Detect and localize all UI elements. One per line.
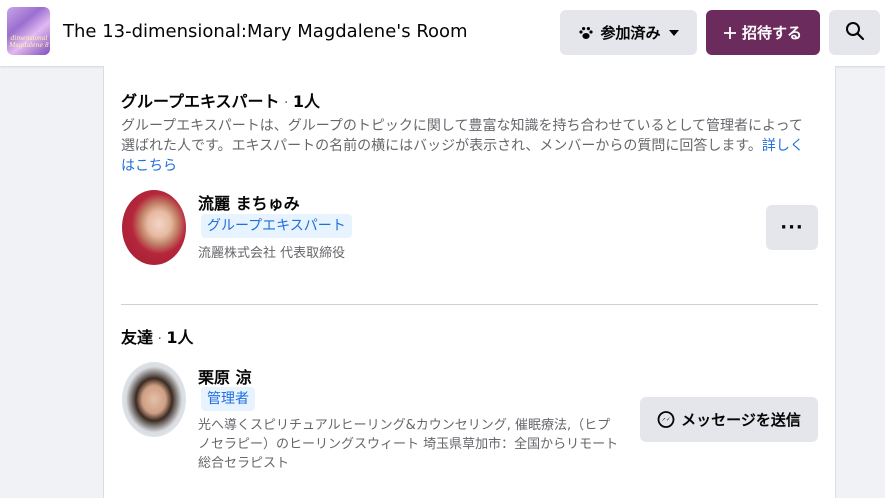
send-message-button[interactable]: メッセージを送信 bbox=[640, 397, 818, 442]
admin-badge[interactable]: 管理者 bbox=[201, 387, 255, 411]
plus-icon bbox=[723, 26, 736, 39]
member-name[interactable]: 栗原 涼 bbox=[198, 364, 252, 388]
group-name[interactable]: The 13-dimensional:Mary Magdalene's Room bbox=[63, 20, 468, 44]
avatar[interactable] bbox=[122, 362, 186, 437]
group-header-bar: dimensional Magdalene 8 The 13-dimension… bbox=[0, 0, 885, 66]
more-icon: ··· bbox=[780, 217, 804, 238]
paw-icon bbox=[578, 25, 594, 41]
more-options-button[interactable]: ··· bbox=[766, 205, 818, 250]
friends-section-title: 友達 · 1人 bbox=[121, 324, 194, 348]
experts-description-text: グループエキスパートは、グループのトピックに関して豊富な知識を持ち合わせていると… bbox=[121, 118, 803, 154]
joined-label: 参加済み bbox=[600, 24, 661, 42]
invite-label: 招待する bbox=[741, 24, 802, 42]
card-border-right bbox=[835, 66, 836, 498]
search-button[interactable] bbox=[829, 10, 880, 55]
avatar[interactable] bbox=[122, 190, 186, 265]
experts-count: 1人 bbox=[292, 92, 321, 111]
invite-button[interactable]: 招待する bbox=[706, 10, 820, 55]
member-name[interactable]: 流麗 まちゅみ bbox=[198, 190, 300, 214]
section-divider bbox=[121, 304, 818, 305]
messenger-icon bbox=[657, 410, 675, 429]
member-subtitle: 光へ導くスピリチュアルヒーリング&カウンセリング, 催眠療法,（ヒプノセラピー）… bbox=[198, 418, 619, 471]
joined-button[interactable]: 参加済み bbox=[560, 10, 697, 55]
experts-description: グループエキスパートは、グループのトピックに関して豊富な知識を持ち合わせていると… bbox=[121, 116, 811, 176]
friends-count: 1人 bbox=[166, 328, 194, 347]
caret-down-icon bbox=[668, 29, 679, 37]
group-cover-thumbnail[interactable]: dimensional Magdalene 8 bbox=[7, 7, 50, 55]
friends-count-sep: · bbox=[153, 331, 167, 347]
friends-title-text: 友達 bbox=[121, 328, 154, 347]
experts-count-sep: · bbox=[279, 95, 293, 111]
experts-title-text: グループエキスパート bbox=[121, 92, 280, 111]
experts-section-title: グループエキスパート · 1人 bbox=[121, 88, 320, 112]
group-thumbnail-text: dimensional Magdalene 8 bbox=[9, 35, 49, 49]
search-icon bbox=[845, 21, 865, 45]
member-subtitle: 流麗株式会社 代表取締役 bbox=[198, 246, 346, 261]
send-message-label: メッセージを送信 bbox=[681, 411, 801, 429]
expert-badge[interactable]: グループエキスパート bbox=[201, 214, 352, 238]
